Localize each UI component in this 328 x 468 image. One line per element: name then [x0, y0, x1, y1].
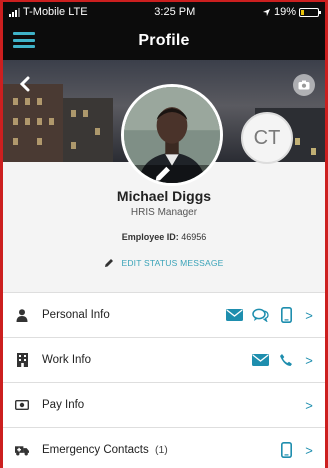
list-item-actions: >: [303, 398, 315, 413]
avatar-edit-button[interactable]: Edit: [124, 165, 220, 183]
battery-fill: [301, 9, 305, 15]
camera-button[interactable]: [293, 74, 315, 96]
pencil-icon: [105, 259, 114, 267]
signal-icon: [9, 7, 20, 17]
page-title: Profile: [138, 32, 190, 49]
app-frame: T-Mobile LTE 3:25 PM 19% Profile Edit CT…: [3, 2, 325, 468]
person-icon: [15, 308, 29, 322]
phone-icon[interactable]: [277, 441, 295, 459]
chat-icon[interactable]: [251, 306, 269, 324]
phone-icon[interactable]: [277, 306, 295, 324]
pencil-icon: [155, 166, 170, 182]
edit-status-message-button[interactable]: EDIT STATUS MESSAGE: [104, 258, 223, 268]
building-icon: [15, 353, 29, 367]
list-item-label-text: Emergency Contacts: [42, 444, 149, 456]
avatar[interactable]: Edit: [121, 84, 223, 186]
list-item-label: Emergency Contacts (1): [42, 444, 277, 456]
avatar-edit-label: Edit: [204, 169, 220, 179]
list-item-actions: >: [277, 441, 315, 459]
edit-status-label: EDIT STATUS MESSAGE: [121, 258, 224, 268]
list-item-emergency-contacts[interactable]: Emergency Contacts (1) >: [3, 427, 325, 468]
clock: 3:25 PM: [154, 6, 196, 18]
employee-name: Michael Diggs: [116, 188, 212, 204]
chevron-right-icon[interactable]: >: [303, 398, 315, 413]
employee-id-value: 46956: [181, 232, 207, 242]
chevron-right-icon[interactable]: >: [303, 308, 315, 323]
list-item-label: Work Info: [42, 354, 91, 366]
chevron-right-icon[interactable]: >: [303, 353, 315, 368]
carrier-group: T-Mobile LTE: [9, 6, 88, 18]
list-item-personal-info[interactable]: Personal Info >: [3, 292, 325, 337]
contact-count: (1): [154, 444, 168, 456]
list-item-actions: >: [251, 351, 315, 369]
battery-icon: [299, 7, 321, 17]
list-item-label: Pay Info: [42, 399, 85, 411]
list-item-pay-info[interactable]: Pay Info >: [3, 382, 325, 427]
call-icon[interactable]: [277, 351, 295, 369]
ambulance-icon: [15, 443, 29, 457]
cover-building: [3, 84, 63, 162]
battery-percent: 19%: [273, 6, 296, 18]
email-icon[interactable]: [251, 351, 269, 369]
job-title: HRIS Manager: [130, 207, 198, 218]
employee-id-label: Employee ID:: [121, 232, 179, 242]
money-icon: [15, 398, 29, 412]
camera-icon: [298, 80, 310, 90]
list-item-work-info[interactable]: Work Info >: [3, 337, 325, 382]
initials-avatar[interactable]: CT: [241, 112, 293, 164]
chevron-right-icon[interactable]: >: [303, 443, 315, 458]
cover-building: [63, 98, 113, 162]
status-bar: T-Mobile LTE 3:25 PM 19%: [3, 2, 325, 22]
email-icon[interactable]: [225, 306, 243, 324]
location-icon: [262, 8, 271, 16]
battery-group: 19%: [262, 6, 321, 18]
list-item-actions: >: [225, 306, 315, 324]
nav-bar: Profile: [3, 22, 325, 60]
list-item-label: Personal Info: [42, 309, 110, 321]
hamburger-menu-icon[interactable]: [13, 32, 35, 48]
carrier-text: T-Mobile LTE: [23, 6, 88, 18]
back-button[interactable]: [15, 74, 35, 94]
employee-id: Employee ID: 46956: [3, 232, 325, 242]
chevron-left-icon: [19, 76, 30, 92]
